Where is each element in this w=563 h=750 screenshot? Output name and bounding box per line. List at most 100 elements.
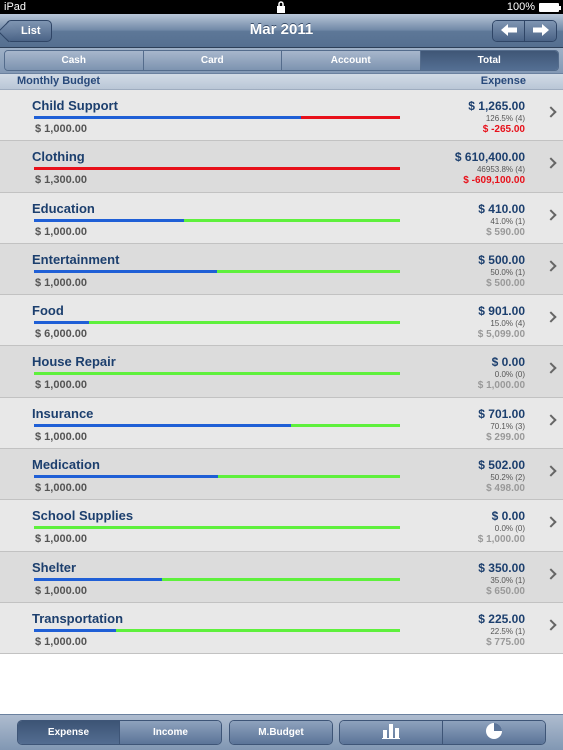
category-name: Shelter <box>32 559 77 575</box>
category-name: Medication <box>32 457 100 473</box>
expense-percent: 126.5% (4) <box>485 114 525 123</box>
battery-percent: 100% <box>506 1 535 13</box>
budget-progress-bar <box>34 321 400 325</box>
list-item[interactable]: School Supplies $ 1,000.00 $ 0.00 0.0% (0) $… <box>0 500 563 552</box>
chevron-right-icon[interactable] <box>545 106 557 118</box>
device-label: iPad <box>4 1 27 13</box>
list-item[interactable]: House Repair $ 1,000.00 $ 0.00 0.0% (0) $ 1,… <box>0 346 563 398</box>
expense-percent: 46953.8% (4) <box>476 165 525 175</box>
budget-amount: $ 1,000.00 <box>35 379 87 392</box>
list-item[interactable]: Transportation $ 1,000.00 $ 225.00 22.5% (1… <box>0 602 563 655</box>
section-column-label: Expense <box>480 75 526 87</box>
budget-amount: $ 1,000.00 <box>35 123 87 135</box>
chevron-right-icon[interactable] <box>545 465 557 477</box>
pie-chart-icon[interactable] <box>442 721 545 744</box>
remaining-amount: $ 590.00 <box>486 226 525 238</box>
expense-percent: 70.1% (3) <box>490 421 525 431</box>
category-name: Education <box>32 200 95 216</box>
tab-card[interactable]: Card <box>142 51 281 70</box>
account-filter-bar: Cash Card Account Total <box>0 48 563 74</box>
budget-amount: $ 1,300.00 <box>35 174 87 187</box>
over-budget-bar <box>301 116 400 119</box>
chart-segmented-control <box>339 720 546 745</box>
chevron-right-icon[interactable] <box>545 568 557 580</box>
bottom-toolbar: Expense Income M.Budget <box>0 714 563 750</box>
budget-progress-bar <box>34 218 400 222</box>
expense-percent: 0.0% (0) <box>494 524 525 534</box>
budget-progress-bar <box>34 577 400 581</box>
list-item[interactable]: Entertainment $ 1,000.00 $ 500.00 50.0% (1)… <box>0 243 563 296</box>
expense-amount: $ 701.00 <box>478 406 525 421</box>
budget-progress-bar <box>34 423 400 427</box>
category-name: House Repair <box>32 354 116 370</box>
remaining-amount: $ 1,000.00 <box>477 380 525 392</box>
list-item[interactable]: Shelter $ 1,000.00 $ 350.00 35.0% (1) $ 650.… <box>0 551 563 603</box>
budget-progress-bar <box>34 116 400 119</box>
chevron-right-icon[interactable] <box>545 311 557 323</box>
remaining-amount: $ 1,000.00 <box>477 534 525 546</box>
budget-progress-bar <box>34 269 400 273</box>
expense-percent: 15.0% (4) <box>490 319 525 329</box>
chevron-right-icon[interactable] <box>545 362 557 375</box>
over-budget-bar <box>34 167 400 171</box>
chevron-right-icon[interactable] <box>545 157 557 169</box>
expense-amount: $ 0.00 <box>491 509 525 524</box>
income-button[interactable]: Income <box>119 721 221 744</box>
category-name: Food <box>32 303 64 319</box>
chevron-right-icon[interactable] <box>545 516 557 529</box>
expense-amount: $ 500.00 <box>478 252 525 267</box>
expense-percent: 22.5% (1) <box>490 626 525 636</box>
expense-amount: $ 610,400.00 <box>454 150 525 165</box>
expense-amount: $ 502.00 <box>478 458 525 473</box>
expense-amount: $ 1,265.00 <box>468 99 525 113</box>
list-item[interactable]: Clothing $ 1,300.00 $ 610,400.00 46953.8% (… <box>0 141 563 193</box>
nav-bar: List Mar 2011 <box>0 14 563 48</box>
list-item[interactable]: Medication $ 1,000.00 $ 502.00 50.2% (2) $ 4… <box>0 449 563 501</box>
spent-bar <box>34 577 163 581</box>
expense-amount: $ 225.00 <box>478 611 525 626</box>
mbudget-button[interactable]: M.Budget <box>230 721 332 744</box>
status-bar: iPad 100% <box>0 0 563 14</box>
category-name: Child Support <box>32 98 118 113</box>
category-name: School Supplies <box>32 508 134 524</box>
chevron-right-icon[interactable] <box>545 208 557 221</box>
list-item[interactable]: Insurance $ 1,000.00 $ 701.00 70.1% (3) $ 29… <box>0 397 563 450</box>
bar-chart-icon[interactable] <box>340 721 442 744</box>
chevron-right-icon[interactable] <box>545 619 557 631</box>
chevron-right-icon[interactable] <box>545 414 557 426</box>
arrow-right-icon[interactable] <box>524 21 556 41</box>
tab-total[interactable]: Total <box>419 51 558 70</box>
chevron-right-icon[interactable] <box>545 260 557 272</box>
list-item[interactable]: Food $ 6,000.00 $ 901.00 15.0% (4) $ 5,099.0… <box>0 295 563 347</box>
remaining-amount: $ -265.00 <box>482 124 525 135</box>
account-segmented-control: Cash Card Account Total <box>4 50 559 71</box>
remaining-amount: $ 650.00 <box>486 585 525 597</box>
tab-account[interactable]: Account <box>281 51 420 70</box>
remaining-amount: $ -609,100.00 <box>463 175 525 187</box>
budget-amount: $ 6,000.00 <box>35 328 87 341</box>
month-navigation <box>492 20 557 42</box>
expense-percent: 50.0% (1) <box>490 267 525 277</box>
page-title: Mar 2011 <box>249 21 314 38</box>
spent-bar <box>34 475 218 479</box>
category-name: Entertainment <box>32 251 120 267</box>
budget-amount: $ 1,000.00 <box>35 584 87 597</box>
section-title: Monthly Budget <box>17 75 101 87</box>
list-item[interactable]: Education $ 1,000.00 $ 410.00 41.0% (1) $ 59… <box>0 192 563 244</box>
arrow-left-icon[interactable] <box>493 21 524 41</box>
expense-amount: $ 350.00 <box>478 560 525 575</box>
tab-cash[interactable]: Cash <box>5 51 143 70</box>
list-item[interactable]: Child Support $ 1,000.00 $ 1,265.00 126.5% … <box>0 90 563 142</box>
spent-bar <box>34 321 89 325</box>
expense-amount: $ 901.00 <box>478 304 525 319</box>
budget-list: Child Support $ 1,000.00 $ 1,265.00 126.5% … <box>0 90 563 655</box>
spent-bar <box>34 269 217 273</box>
budget-amount: $ 1,000.00 <box>35 482 87 495</box>
budget-progress-bar <box>34 628 400 632</box>
category-name: Clothing <box>32 149 85 165</box>
expense-percent: 35.0% (1) <box>490 575 525 585</box>
expense-amount: $ 410.00 <box>478 201 525 216</box>
spent-bar <box>34 423 291 427</box>
expense-amount: $ 0.00 <box>491 355 525 370</box>
expense-button[interactable]: Expense <box>18 721 119 744</box>
